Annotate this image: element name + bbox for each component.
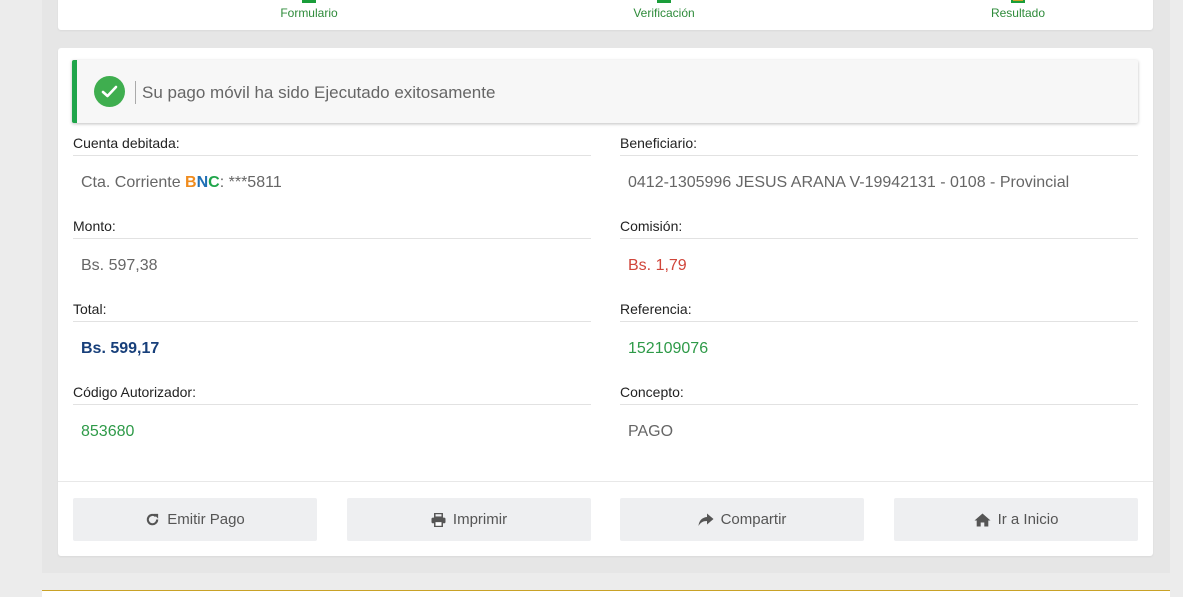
- emitir-pago-button[interactable]: Emitir Pago: [73, 498, 317, 541]
- account-type: Cta. Corriente: [81, 174, 186, 191]
- step-label: Formulario: [280, 6, 338, 20]
- home-icon: [974, 513, 991, 526]
- field-comision: Comisión: Bs. 1,79: [620, 215, 1138, 275]
- field-total: Total: Bs. 599,17: [73, 298, 591, 358]
- field-codigo-autorizador: Código Autorizador: 853680: [73, 381, 591, 441]
- compartir-button[interactable]: Compartir: [620, 498, 864, 541]
- progress-steps: Formulario Verificación Resultado: [58, 0, 1153, 30]
- step-marker: [657, 0, 671, 3]
- redo-icon: [147, 513, 159, 526]
- step-marker: [302, 0, 316, 3]
- check-circle-icon: [94, 76, 125, 107]
- field-cuenta-debitada: Cuenta debitada: Cta. Corriente BNC: ***…: [73, 132, 591, 192]
- field-value: Bs. 1,79: [628, 257, 687, 274]
- field-concepto: Concepto: PAGO: [620, 381, 1138, 441]
- success-message: Su pago móvil ha sido Ejecutado exitosam…: [142, 83, 496, 102]
- share-icon: [698, 513, 714, 526]
- field-value: PAGO: [628, 423, 674, 440]
- ir-a-inicio-button[interactable]: Ir a Inicio: [894, 498, 1138, 541]
- imprimir-button[interactable]: Imprimir: [347, 498, 591, 541]
- field-monto: Monto: Bs. 597,38: [73, 215, 591, 275]
- field-value: 152109076: [628, 340, 709, 357]
- field-value: 853680: [81, 423, 135, 440]
- field-label: Total:: [73, 298, 591, 322]
- footer-panel: [42, 590, 1170, 597]
- step-label: Verificación: [633, 6, 695, 20]
- field-value: 0412-1305996 JESUS ARANA V-19942131 - 01…: [628, 174, 1070, 191]
- field-value: Cta. Corriente BNC: ***5811: [73, 174, 591, 192]
- step-formulario: Formulario: [229, 0, 389, 30]
- field-value: Bs. 597,38: [81, 257, 158, 274]
- field-label: Cuenta debitada:: [73, 132, 591, 156]
- button-label: Emitir Pago: [167, 511, 245, 528]
- button-label: Imprimir: [452, 511, 508, 528]
- bank-logo-b: B: [185, 174, 197, 191]
- field-label: Código Autorizador:: [73, 381, 591, 405]
- button-label: Ir a Inicio: [997, 511, 1059, 528]
- step-resultado: Resultado: [938, 0, 1098, 30]
- account-number: : ***5811: [219, 174, 282, 191]
- bank-logo-c: C: [208, 174, 220, 191]
- step-marker-active: [1011, 0, 1025, 3]
- field-label: Monto:: [73, 215, 591, 239]
- field-beneficiario: Beneficiario: 0412-1305996 JESUS ARANA V…: [620, 132, 1138, 192]
- field-label: Referencia:: [620, 298, 1138, 322]
- bank-logo-n: N: [196, 174, 209, 191]
- success-alert: Su pago móvil ha sido Ejecutado exitosam…: [72, 60, 1138, 123]
- field-label: Concepto:: [620, 381, 1138, 405]
- field-label: Beneficiario:: [620, 132, 1138, 156]
- actions-divider: [58, 481, 1153, 482]
- alert-separator: [135, 81, 136, 104]
- result-card: Su pago móvil ha sido Ejecutado exitosam…: [58, 48, 1153, 556]
- step-label: Resultado: [990, 6, 1046, 20]
- field-label: Comisión:: [620, 215, 1138, 239]
- field-referencia: Referencia: 152109076: [620, 298, 1138, 358]
- print-icon: [431, 512, 446, 527]
- button-label: Compartir: [720, 511, 787, 528]
- step-verificacion: Verificación: [584, 0, 744, 30]
- field-value: Bs. 599,17: [81, 340, 160, 357]
